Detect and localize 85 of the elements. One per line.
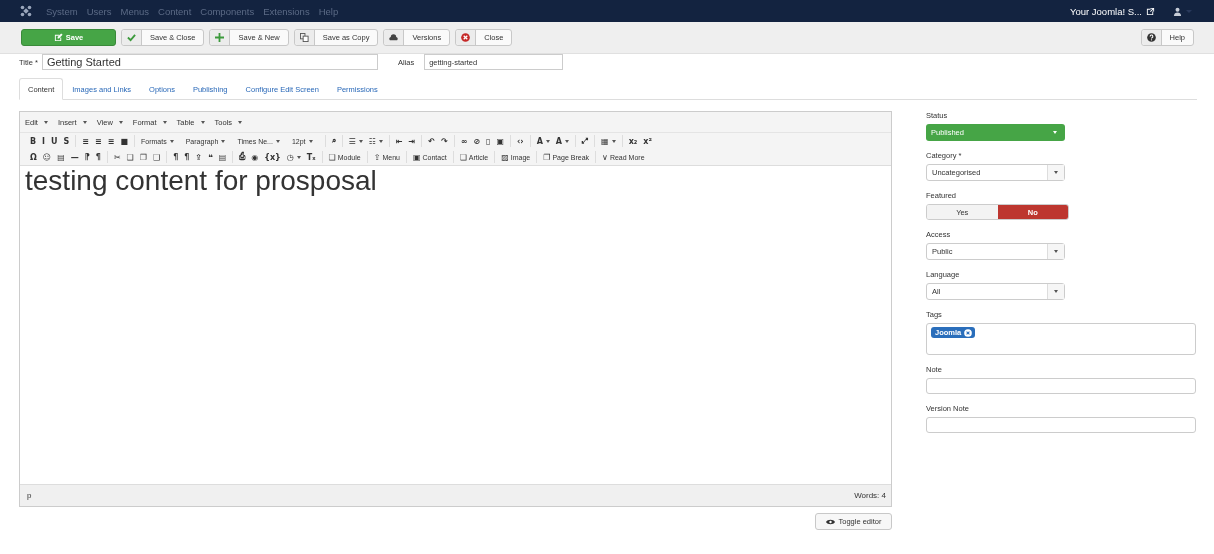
element-path: p — [27, 491, 32, 500]
editor-tool-button[interactable]: ☺ — [39, 152, 55, 162]
editor-tool-button[interactable]: ⊘ — [470, 136, 484, 146]
help-icon — [1146, 33, 1156, 42]
caret-icon — [43, 120, 48, 124]
editor-tool-button[interactable]: ▣ — [493, 136, 508, 146]
title-field[interactable]: Getting Started — [41, 54, 378, 70]
caret-icon — [82, 120, 87, 124]
editor-tool-button[interactable]: ⇥ — [405, 136, 419, 146]
caret-icon — [358, 139, 363, 143]
text-field[interactable] — [926, 417, 1196, 433]
editor-tool-button[interactable]: ▤ — [215, 152, 230, 162]
word-count: Words: 4 — [854, 491, 886, 500]
editor-tool-button[interactable]: ↶ — [425, 136, 438, 146]
editor-split-button[interactable]: A — [533, 136, 553, 146]
caret-icon — [200, 120, 205, 124]
editor-tool-button[interactable]: ⌕ — [328, 136, 339, 146]
close-icon — [461, 33, 471, 42]
editor-split-button[interactable]: ▦ — [598, 136, 619, 146]
editor-tool-button[interactable]: Ω — [27, 152, 40, 162]
editor-tool-button[interactable]: S — [60, 136, 73, 146]
editor-tool-button[interactable]: — — [67, 152, 82, 162]
editor-tool-button[interactable]: U — [48, 136, 61, 146]
caret-icon — [545, 139, 550, 143]
editor-tool-button[interactable]: ⤢ — [579, 136, 592, 146]
external-link-icon — [1146, 6, 1155, 16]
caret-icon — [169, 139, 174, 143]
editor-tool-button[interactable]: ⇪ — [192, 152, 205, 162]
editor-tool-button[interactable]: x² — [640, 136, 655, 146]
editor-tool-button[interactable]: ‹› — [514, 136, 527, 146]
caret-icon — [221, 139, 226, 143]
user-icon[interactable] — [1173, 6, 1182, 16]
editor-tool-button[interactable]: ∞ — [457, 136, 471, 146]
editor-tool-button[interactable]: ⇤ — [392, 136, 406, 146]
editor-tool-button[interactable]: ¶ — [170, 152, 182, 162]
editor-tool-button[interactable]: ¶ — [92, 152, 104, 162]
editor-tool-button[interactable]: ▤ — [54, 152, 68, 162]
editor-tool-button[interactable]: ❑ — [149, 152, 164, 162]
check-icon — [127, 33, 136, 42]
cloud-icon — [389, 33, 399, 42]
caret-icon — [565, 139, 570, 143]
editor-tool-button[interactable]: ❐ — [136, 152, 150, 162]
editor-tool-button[interactable]: {x} — [261, 152, 284, 162]
caret-icon — [275, 139, 280, 143]
editor-tool-button[interactable]: ⎙ — [236, 152, 249, 162]
editor-tool-button[interactable]: ✂ — [110, 152, 124, 162]
caret-icon — [296, 155, 301, 159]
site-link[interactable]: Your Joomla! S... — [1070, 5, 1142, 17]
editor-tool-button[interactable]: ≡ — [104, 136, 118, 146]
text-field[interactable] — [926, 378, 1196, 394]
caret-icon — [378, 139, 383, 143]
caret-icon — [162, 120, 167, 124]
editor-split-button[interactable]: ☰ — [345, 136, 366, 146]
editor-split-button[interactable]: ☷ — [365, 136, 386, 146]
editor-split-button[interactable]: A — [552, 136, 573, 146]
editor-tool-button[interactable]: ❏ — [123, 152, 137, 162]
editor-tool-button[interactable]: I — [39, 136, 49, 146]
editor-split-button[interactable]: ◷ — [283, 152, 304, 162]
edit-icon — [53, 33, 63, 42]
plus-icon — [215, 33, 225, 42]
editor-tool-button[interactable]: ■ — [117, 136, 132, 146]
caret-icon — [1053, 131, 1057, 134]
editor-tool-button[interactable]: x₂ — [625, 136, 641, 146]
caret-icon — [118, 120, 123, 124]
editor-tool-button[interactable]: ↷ — [438, 136, 451, 146]
caret-icon — [1054, 250, 1058, 253]
caret-icon — [238, 120, 243, 124]
caret-icon — [308, 139, 313, 143]
caret-icon — [611, 139, 616, 143]
eye-icon — [825, 518, 835, 525]
editor-tool-button[interactable]: B — [27, 136, 40, 146]
editor-tool-button[interactable]: ≡ — [92, 136, 105, 146]
remove-icon[interactable] — [964, 328, 973, 337]
editor-tool-button[interactable]: ≡ — [79, 136, 93, 146]
copy-icon — [299, 33, 309, 42]
logo-icon[interactable] — [20, 5, 32, 17]
editor-tool-button[interactable]: ◉ — [248, 152, 262, 162]
editor-tool-button[interactable]: Tₓ — [303, 152, 319, 162]
editor-tool-button[interactable]: ▯ — [483, 136, 494, 146]
caret-icon — [1054, 171, 1058, 174]
caret-icon — [1054, 290, 1058, 293]
editor-text: testing content for prosposal — [25, 166, 378, 196]
editor-tool-button[interactable]: ❝ — [205, 152, 216, 162]
editor-tool-button[interactable]: ¶ — [181, 152, 193, 162]
editor-tool-button[interactable]: ⁋ — [81, 152, 93, 162]
